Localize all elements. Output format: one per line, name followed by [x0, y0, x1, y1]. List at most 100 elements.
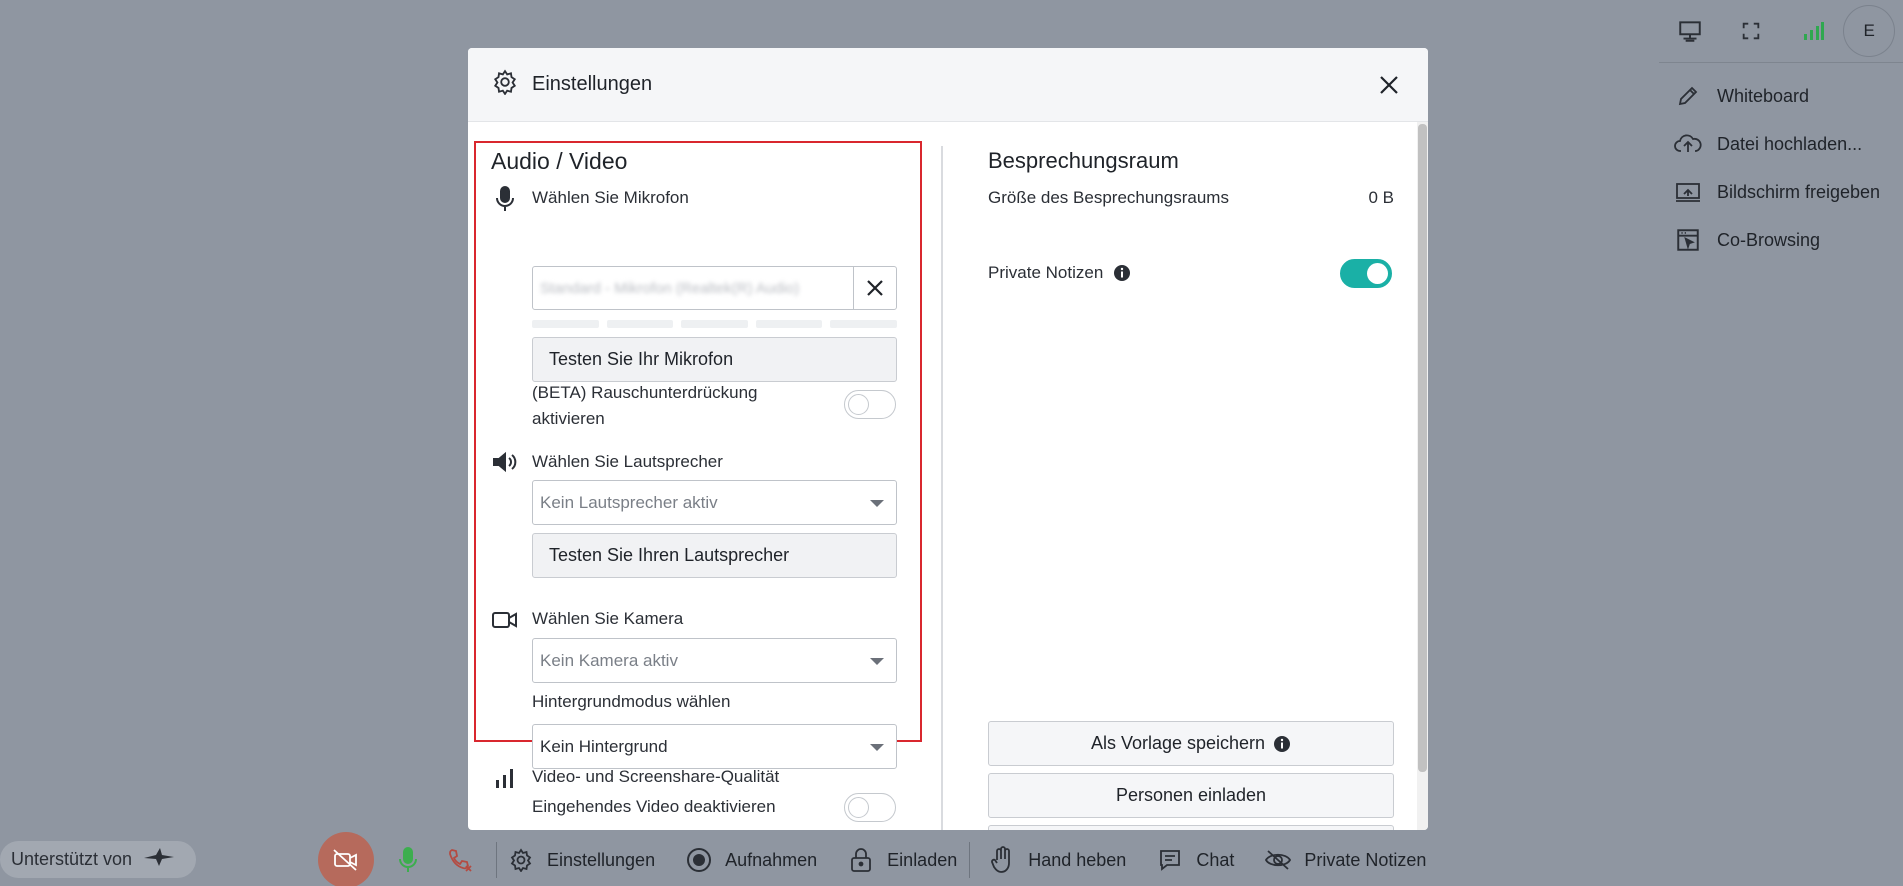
settings-dialog: Einstellungen Audio / Video Wählen Sie M… — [468, 48, 1428, 830]
side-item-screen-share[interactable]: Bildschirm freigeben — [1659, 168, 1903, 216]
clear-microphone-button[interactable] — [853, 267, 896, 309]
microphone-button[interactable] — [382, 834, 434, 886]
microphone-label: Wählen Sie Mikrofon — [532, 188, 689, 207]
toolbar-separator — [969, 842, 971, 878]
pencil-icon — [1673, 81, 1703, 111]
speaker-value: Kein Lautsprecher aktiv — [540, 492, 718, 512]
powered-by-badge[interactable]: Unterstützt von — [0, 841, 196, 878]
private-notes-row: Private Notizen — [988, 263, 1131, 283]
incoming-video-label: Eingehendes Video deaktivieren — [532, 797, 776, 816]
side-item-label: Co-Browsing — [1717, 229, 1821, 250]
hand-icon — [988, 846, 1016, 874]
camera-label: Wählen Sie Kamera — [532, 609, 684, 628]
save-template-button[interactable]: Als Vorlage speichern — [988, 721, 1394, 766]
info-icon[interactable] — [1113, 264, 1131, 282]
side-item-upload[interactable]: Datei hochladen... — [1659, 120, 1903, 168]
camera-icon — [491, 606, 519, 634]
cloud-upload-icon — [1673, 129, 1703, 159]
microphone-select[interactable]: Standard - Mikrofon (Realtek(R) Audio) — [532, 266, 897, 310]
close-icon — [867, 280, 883, 296]
room-size-label: Größe des Besprechungsraums — [988, 188, 1229, 207]
chat-label: Chat — [1196, 849, 1235, 870]
dialog-title: Einstellungen — [532, 73, 653, 95]
background-mode-select[interactable]: Kein Hintergrund — [532, 724, 897, 769]
meeting-room-title: Besprechungsraum — [988, 148, 1179, 173]
dialog-scrollbar[interactable] — [1417, 122, 1428, 830]
top-right-toolbar: E — [1659, 0, 1903, 63]
microphone-level-meter — [532, 320, 897, 328]
side-item-label: Datei hochladen... — [1717, 133, 1863, 154]
speaker-select[interactable]: Kein Lautsprecher aktiv — [532, 480, 897, 525]
private-notes-label: Private Notizen — [1304, 849, 1427, 870]
chat-button[interactable]: Chat — [1156, 846, 1234, 874]
incoming-video-toggle[interactable] — [844, 793, 896, 822]
private-notes-toggle[interactable] — [1340, 259, 1392, 288]
background-mode-label: Hintergrundmodus wählen — [532, 692, 731, 711]
dialog-header: Einstellungen — [468, 48, 1428, 122]
quality-bars-icon — [491, 764, 519, 792]
private-notes-button[interactable]: Private Notizen — [1264, 846, 1426, 874]
avatar-initial: E — [1863, 21, 1875, 40]
test-microphone-button[interactable]: Testen Sie Ihr Mikrofon — [532, 337, 897, 382]
camera-value: Kein Kamera aktiv — [540, 650, 678, 670]
chevron-down-icon — [870, 744, 884, 751]
co-browsing-icon — [1673, 225, 1703, 255]
signal-strength-icon[interactable] — [1782, 5, 1843, 57]
side-item-co-browsing[interactable]: Co-Browsing — [1659, 216, 1903, 264]
noise-suppression-toggle[interactable] — [844, 390, 896, 419]
side-item-label: Whiteboard — [1717, 85, 1810, 106]
invite-label: Einladen — [887, 849, 958, 870]
lock-icon — [847, 846, 875, 874]
bottom-toolbar: Einstellungen Aufnahmen Einladen Hand he… — [318, 832, 1456, 886]
close-icon — [1380, 76, 1398, 94]
phone-hangup-button[interactable] — [434, 834, 486, 886]
quality-label: Video- und Screenshare-Qualität — [532, 767, 780, 786]
close-button[interactable] — [1374, 70, 1404, 100]
column-divider — [941, 146, 943, 830]
dialog-body: Audio / Video Wählen Sie Mikrofon Standa… — [468, 122, 1428, 830]
eye-off-icon — [1264, 846, 1292, 874]
invite-button[interactable]: Einladen — [847, 846, 957, 874]
background-mode-value: Kein Hintergrund — [540, 736, 668, 756]
save-template-label: Als Vorlage speichern — [1090, 733, 1266, 753]
raise-hand-label: Hand heben — [1028, 849, 1127, 870]
private-notes-label: Private Notizen — [988, 263, 1104, 282]
speaker-label: Wählen Sie Lautsprecher — [532, 452, 723, 471]
raise-hand-button[interactable]: Hand heben — [988, 846, 1126, 874]
test-speaker-button[interactable]: Testen Sie Ihren Lautsprecher — [532, 533, 897, 578]
camera-off-button[interactable] — [318, 832, 374, 886]
brand-logo-icon — [142, 846, 176, 873]
fullscreen-icon[interactable] — [1720, 5, 1781, 57]
microphone-value: Standard - Mikrofon (Realtek(R) Audio) — [540, 279, 800, 297]
recordings-label: Aufnahmen — [725, 849, 818, 870]
avatar[interactable]: E — [1843, 5, 1895, 57]
screen-share-icon — [1673, 177, 1703, 207]
noise-suppression-label: (BETA) Rauschunterdrückung aktivieren — [532, 383, 758, 428]
scrollbar-thumb[interactable] — [1418, 124, 1427, 772]
camera-select[interactable]: Kein Kamera aktiv — [532, 638, 897, 683]
settings-button[interactable]: Einstellungen — [507, 846, 655, 874]
speaker-icon — [491, 448, 519, 476]
settings-label: Einstellungen — [547, 849, 656, 870]
invite-people-button[interactable]: Personen einladen — [988, 773, 1394, 818]
chevron-down-icon — [870, 500, 884, 507]
recordings-button[interactable]: Aufnahmen — [685, 846, 817, 874]
side-menu: Whiteboard Datei hochladen... Bildschirm… — [1659, 72, 1903, 264]
side-item-label: Bildschirm freigeben — [1717, 181, 1881, 202]
chat-icon — [1156, 846, 1184, 874]
audio-video-section: Audio / Video Wählen Sie Mikrofon Standa… — [468, 122, 941, 830]
meeting-room-section: Besprechungsraum Größe des Besprechungsr… — [988, 122, 1394, 830]
powered-by-label: Unterstützt von — [11, 849, 133, 869]
record-icon — [685, 846, 713, 874]
section-title: Audio / Video — [491, 148, 628, 174]
chevron-down-icon — [870, 658, 884, 665]
presentation-icon[interactable] — [1659, 5, 1720, 57]
toolbar-separator — [496, 842, 497, 878]
info-icon — [1273, 735, 1291, 753]
room-size-value: 0 B — [1368, 188, 1394, 207]
gear-icon — [492, 69, 518, 100]
additional-button[interactable] — [988, 825, 1394, 830]
microphone-icon — [491, 185, 519, 213]
gear-icon — [507, 846, 535, 874]
side-item-whiteboard[interactable]: Whiteboard — [1659, 72, 1903, 120]
